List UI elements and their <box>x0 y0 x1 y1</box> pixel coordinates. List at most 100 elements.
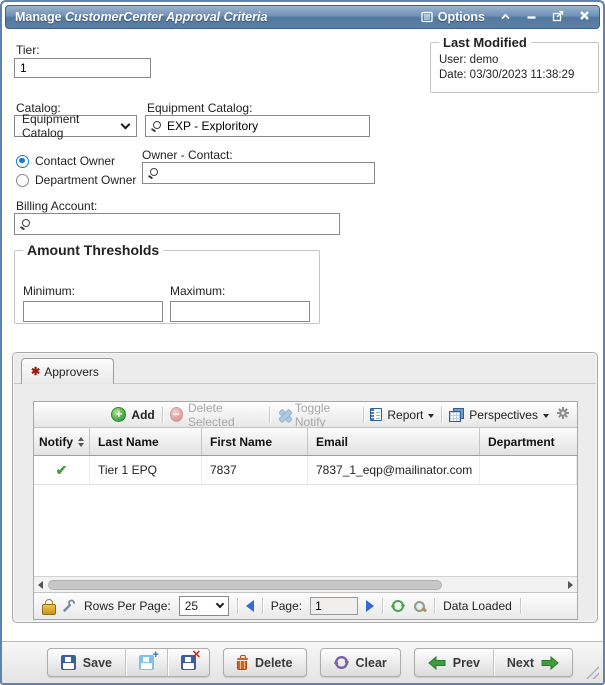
perspectives-label: Perspectives <box>469 408 538 422</box>
clear-button[interactable]: Clear <box>321 649 400 676</box>
maximum-input[interactable] <box>170 301 310 322</box>
delete-minus-icon <box>170 407 183 422</box>
page-input[interactable] <box>310 597 358 615</box>
gear-icon <box>556 406 570 423</box>
rows-per-page-select[interactable]: 25 <box>179 596 229 616</box>
column-header-email[interactable]: Email <box>308 428 480 455</box>
approval-criteria-dialog: Manage CustomerCenter Approval Criteria … <box>0 0 605 685</box>
equipment-catalog-label: Equipment Catalog: <box>147 101 252 115</box>
grid-search-button[interactable] <box>413 600 426 613</box>
options-grid-icon <box>421 11 433 23</box>
prev-button[interactable]: Prev <box>415 649 493 676</box>
billing-account-field <box>14 213 340 235</box>
delete-selected-button[interactable]: Delete Selected <box>170 401 262 429</box>
delete-selected-label: Delete Selected <box>188 401 262 429</box>
toggle-notify-label: Toggle Notify <box>295 401 356 429</box>
rows-per-page-value: 25 <box>185 599 198 613</box>
toolbar-separator <box>162 407 163 423</box>
maximize-button[interactable] <box>552 10 564 25</box>
search-icon[interactable] <box>20 218 31 230</box>
column-header-first-name[interactable]: First Name <box>202 428 308 455</box>
status-text: Data Loaded <box>443 599 512 613</box>
scroll-left-arrow[interactable] <box>38 581 43 589</box>
column-header-label: Department <box>488 435 555 449</box>
arrow-left-icon <box>428 656 446 670</box>
grid-header-row: Notify Last Name First Name Email Depart… <box>34 428 577 456</box>
department-cell <box>480 456 577 484</box>
chevron-down-icon <box>215 600 223 608</box>
owner-contact-input[interactable] <box>164 166 369 180</box>
popout-icon <box>552 10 564 25</box>
scroll-right-arrow[interactable] <box>568 581 573 589</box>
clear-label: Clear <box>356 656 387 670</box>
grid-empty-area <box>34 485 577 576</box>
last-modified-user: User: demo <box>439 54 590 66</box>
collapse-button[interactable] <box>500 10 511 24</box>
footer-bar: Save + ✕ Delete Clear <box>2 641 603 683</box>
chevron-down-icon <box>121 119 131 129</box>
owner-contact-label: Owner - Contact: <box>142 148 233 162</box>
save-floppy-icon <box>61 655 76 670</box>
rows-per-page-label: Rows Per Page: <box>84 599 171 613</box>
equipment-catalog-input[interactable] <box>167 119 364 133</box>
notify-check-icon <box>56 462 68 479</box>
options-button[interactable]: Options <box>421 10 485 24</box>
page-prev-button[interactable] <box>246 600 254 612</box>
report-button[interactable]: Report <box>370 408 434 422</box>
search-icon[interactable] <box>151 120 162 132</box>
options-label: Options <box>438 10 485 24</box>
save-and-new-button[interactable]: + <box>125 649 167 676</box>
grid-toolbar: Add Delete Selected Toggle Notify Report <box>34 402 577 428</box>
amount-thresholds-fieldset: Amount Thresholds Minimum: Maximum: <box>14 242 320 324</box>
lock-icon[interactable] <box>42 599 54 613</box>
minimize-button[interactable] <box>526 10 537 24</box>
prev-next-button-group: Prev Next <box>414 648 573 677</box>
wrench-icon[interactable] <box>62 599 76 613</box>
pager-separator <box>520 598 521 614</box>
billing-account-input[interactable] <box>36 217 334 231</box>
column-header-last-name[interactable]: Last Name <box>90 428 202 455</box>
scrollbar-thumb[interactable] <box>48 580 442 590</box>
search-icon[interactable] <box>148 167 159 179</box>
notify-cell <box>34 456 90 484</box>
approvers-grid: Add Delete Selected Toggle Notify Report <box>33 401 578 620</box>
contact-owner-label: Contact Owner <box>35 154 115 168</box>
toolbar-separator <box>441 407 442 423</box>
arrow-right-icon <box>541 656 559 670</box>
delete-button-group: Delete <box>223 648 307 677</box>
toolbar-separator <box>269 407 270 423</box>
save-and-close-button[interactable]: ✕ <box>167 649 209 676</box>
table-row[interactable]: Tier 1 EPQ 7837 7837_1_eqp@mailinator.co… <box>34 456 577 485</box>
pager-separator <box>262 598 263 614</box>
department-owner-radio[interactable]: Department Owner <box>16 173 136 187</box>
delete-button[interactable]: Delete <box>224 649 306 676</box>
scrollbar-track[interactable] <box>46 579 565 591</box>
contact-owner-radio[interactable]: Contact Owner <box>16 154 115 168</box>
add-button[interactable]: Add <box>111 407 154 422</box>
save-button[interactable]: Save <box>48 649 125 676</box>
resize-handle[interactable] <box>586 666 599 679</box>
tab-approvers[interactable]: ✱ Approvers <box>21 358 114 384</box>
tier-input[interactable] <box>14 58 151 78</box>
billing-account-label: Billing Account: <box>16 199 97 213</box>
grid-settings-button[interactable] <box>556 406 570 423</box>
chevron-up-icon <box>500 10 511 24</box>
page-next-button[interactable] <box>366 600 374 612</box>
column-header-department[interactable]: Department <box>480 428 577 455</box>
pager-separator <box>434 598 435 614</box>
refresh-button[interactable] <box>391 599 405 613</box>
minimum-input[interactable] <box>23 301 163 322</box>
radio-unselected-icon <box>16 174 29 187</box>
perspectives-button[interactable]: Perspectives <box>449 408 549 422</box>
title-prefix: Manage <box>15 10 62 24</box>
save-label: Save <box>83 656 112 670</box>
catalog-select[interactable]: Equipment Catalog <box>14 115 137 137</box>
column-header-label: Email <box>316 435 348 449</box>
toggle-notify-button[interactable]: Toggle Notify <box>277 401 356 429</box>
column-header-notify[interactable]: Notify <box>34 428 90 455</box>
grid-pager: Rows Per Page: 25 Page: Data Loaded <box>34 592 577 619</box>
save-plus-icon: + <box>139 655 154 670</box>
last-modified-date: Date: 03/30/2023 11:38:29 <box>439 69 590 81</box>
close-button[interactable] <box>579 10 590 24</box>
next-button[interactable]: Next <box>493 649 572 676</box>
